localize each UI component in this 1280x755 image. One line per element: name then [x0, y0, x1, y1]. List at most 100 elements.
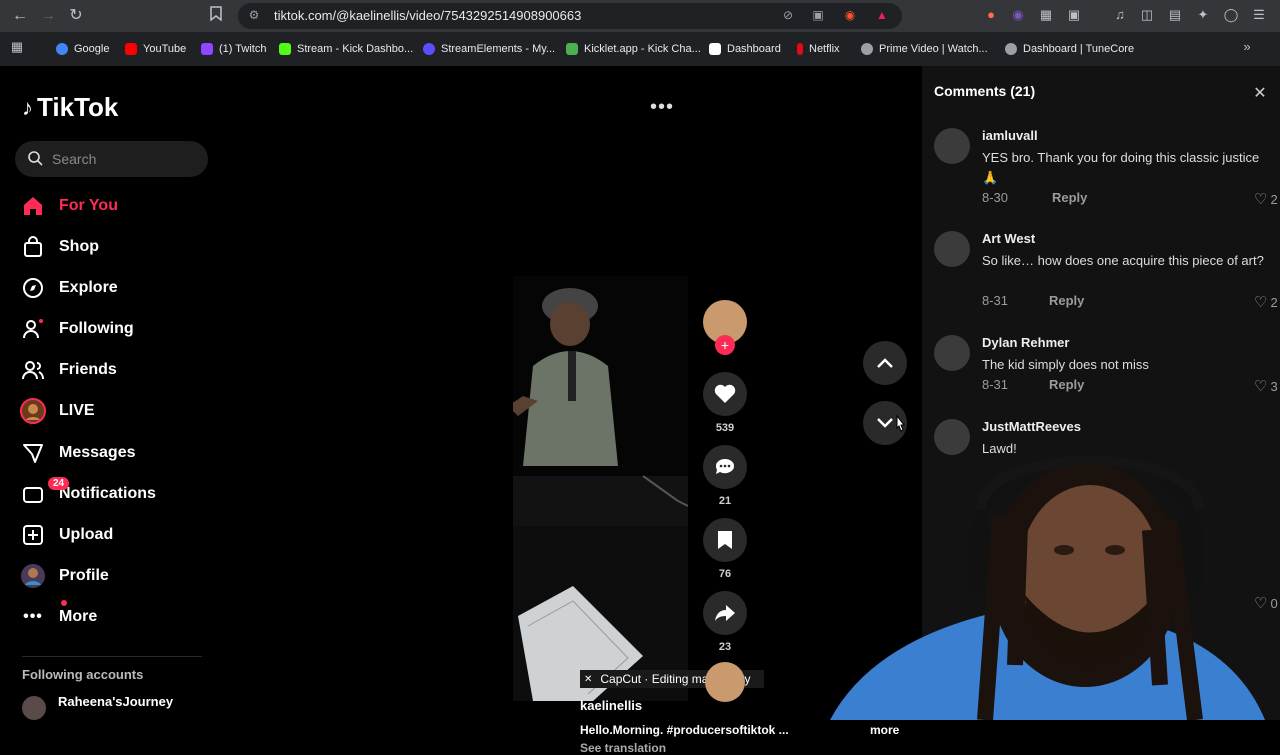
- following-account-item[interactable]: Raheena'sJourney: [22, 694, 173, 720]
- back-icon[interactable]: ←: [10, 6, 30, 26]
- comment-button[interactable]: 21: [700, 445, 750, 507]
- music-disc-icon: [705, 662, 745, 702]
- tiktok-note-icon: ♪: [22, 94, 33, 120]
- leo-ai-icon[interactable]: ✦: [1194, 7, 1212, 25]
- nav-following[interactable]: Following: [20, 314, 134, 344]
- bookmark-favicon: [125, 43, 137, 55]
- search-placeholder: Search: [52, 151, 97, 167]
- tiktok-logo[interactable]: ♪ TikTok: [22, 92, 118, 123]
- site-info-icon[interactable]: ⚙: [246, 8, 262, 24]
- bookmark-favicon: [56, 43, 68, 55]
- creator-avatar[interactable]: +: [700, 300, 750, 355]
- more-options-icon[interactable]: •••: [650, 96, 674, 119]
- bookmark-icon[interactable]: [206, 6, 226, 26]
- avatar[interactable]: [934, 231, 970, 267]
- nav-for-you[interactable]: For You: [20, 191, 118, 221]
- extension-icon[interactable]: ◉: [1009, 7, 1027, 25]
- bookmark-item[interactable]: (1) Twitch: [201, 41, 266, 57]
- like-button[interactable]: 539: [700, 372, 750, 434]
- bookmark-item[interactable]: Netflix: [797, 41, 840, 57]
- screenshot-icon[interactable]: ▣: [1065, 7, 1083, 25]
- bookmark-item[interactable]: StreamElements - My...: [423, 41, 555, 57]
- nav-live[interactable]: LIVE: [20, 396, 95, 426]
- bookmark-item[interactable]: Dashboard | TuneCore: [1005, 41, 1134, 57]
- webcam-overlay: [830, 455, 1265, 720]
- reload-icon[interactable]: ↻: [66, 6, 86, 26]
- bookmark-item[interactable]: Dashboard: [709, 41, 781, 57]
- bookmark-favicon: [279, 43, 291, 55]
- comment-like-button[interactable]: ♡ 0: [1254, 594, 1278, 612]
- search-input[interactable]: Search: [15, 141, 208, 177]
- heart-outline-icon: ♡: [1254, 294, 1268, 311]
- rewards-icon[interactable]: ▲: [874, 8, 890, 24]
- close-icon[interactable]: ✕: [1250, 83, 1270, 103]
- comment-username[interactable]: Dylan Rehmer: [982, 335, 1069, 350]
- forward-icon[interactable]: →: [38, 6, 58, 26]
- save-button[interactable]: 76: [700, 518, 750, 580]
- reply-button[interactable]: Reply: [1052, 190, 1087, 205]
- media-controls-icon[interactable]: ♫: [1111, 7, 1129, 25]
- cast-icon[interactable]: ▣: [810, 8, 826, 24]
- avatar[interactable]: [934, 128, 970, 164]
- bookmark-item[interactable]: Stream - Kick Dashbo...: [279, 41, 413, 57]
- reply-button[interactable]: Reply: [1049, 377, 1084, 392]
- avatar[interactable]: [934, 419, 970, 455]
- comment-username[interactable]: iamluvall: [982, 128, 1038, 143]
- nav-messages[interactable]: Messages: [20, 438, 136, 468]
- nav-explore[interactable]: Explore: [20, 273, 118, 303]
- heart-icon: [703, 372, 747, 416]
- extension-icon[interactable]: ●: [982, 7, 1000, 25]
- menu-icon[interactable]: ☰: [1250, 7, 1268, 25]
- see-translation-link[interactable]: See translation: [580, 741, 920, 755]
- nav-profile[interactable]: Profile: [20, 561, 109, 591]
- nav-label: Messages: [59, 444, 136, 461]
- nav-shop[interactable]: Shop: [20, 232, 99, 262]
- notifications-icon: [20, 481, 46, 507]
- wallet-icon[interactable]: ▤: [1166, 7, 1184, 25]
- compass-icon: [20, 275, 46, 301]
- nav-friends[interactable]: Friends: [20, 355, 117, 385]
- comment-like-button[interactable]: ♡ 2: [1254, 293, 1278, 311]
- chevron-right-icon[interactable]: »: [1238, 39, 1256, 57]
- comment-like-button[interactable]: ♡ 3: [1254, 377, 1278, 395]
- like-count: 539: [715, 422, 735, 434]
- profile-icon: [20, 563, 46, 589]
- nav-upload[interactable]: Upload: [20, 520, 113, 550]
- media-icon[interactable]: ⊘: [780, 8, 796, 24]
- following-icon: [20, 316, 46, 342]
- comment-icon: [703, 445, 747, 489]
- comment-username[interactable]: Art West: [982, 231, 1035, 246]
- comment-text: So like… how does one acquire this piece…: [982, 253, 1264, 268]
- vpn-icon[interactable]: ◯: [1222, 7, 1240, 25]
- nav-more[interactable]: ••• More: [20, 600, 97, 632]
- comment-like-count: 3: [1270, 378, 1278, 394]
- video-description-row: Hello.Morning. #producersoftiktok ... mo…: [580, 723, 920, 739]
- bookmark-favicon: [709, 43, 721, 55]
- sound-disc[interactable]: [700, 662, 750, 702]
- nav-notifications[interactable]: 24 Notifications: [20, 477, 156, 509]
- sidebar-icon[interactable]: ◫: [1138, 7, 1156, 25]
- save-count: 76: [718, 568, 732, 580]
- bookmark-item[interactable]: Kicklet.app - Kick Cha...: [566, 41, 701, 57]
- comment-text: The kid simply does not miss: [982, 357, 1149, 372]
- url-text: tiktok.com/@kaelinellis/video/7543292514…: [274, 8, 582, 23]
- puzzle-icon[interactable]: ▦: [1037, 7, 1055, 25]
- reply-button[interactable]: Reply: [1049, 293, 1084, 308]
- comment-date: 8-31: [982, 377, 1009, 392]
- heart-outline-icon: ♡: [1254, 191, 1268, 208]
- address-bar[interactable]: ⚙ tiktok.com/@kaelinellis/video/75432925…: [238, 3, 902, 29]
- brave-shield-icon[interactable]: ◉: [842, 8, 858, 24]
- avatar[interactable]: [934, 335, 970, 371]
- apps-grid-icon[interactable]: ▦: [8, 39, 26, 57]
- bookmark-item[interactable]: Prime Video | Watch...: [861, 41, 988, 57]
- nav-label: Explore: [59, 279, 118, 296]
- more-link[interactable]: more: [870, 723, 899, 737]
- browser-chrome: ← → ↻ ⚙ tiktok.com/@kaelinellis/video/75…: [0, 0, 1280, 66]
- bookmark-item[interactable]: YouTube: [125, 41, 186, 57]
- follow-plus-icon[interactable]: +: [715, 335, 735, 355]
- comment-username[interactable]: JustMattReeves: [982, 419, 1081, 434]
- previous-video-button[interactable]: [863, 341, 907, 385]
- comment-like-button[interactable]: ♡ 2: [1254, 190, 1278, 208]
- share-button[interactable]: 23: [700, 591, 750, 653]
- bookmark-item[interactable]: Google: [56, 41, 109, 57]
